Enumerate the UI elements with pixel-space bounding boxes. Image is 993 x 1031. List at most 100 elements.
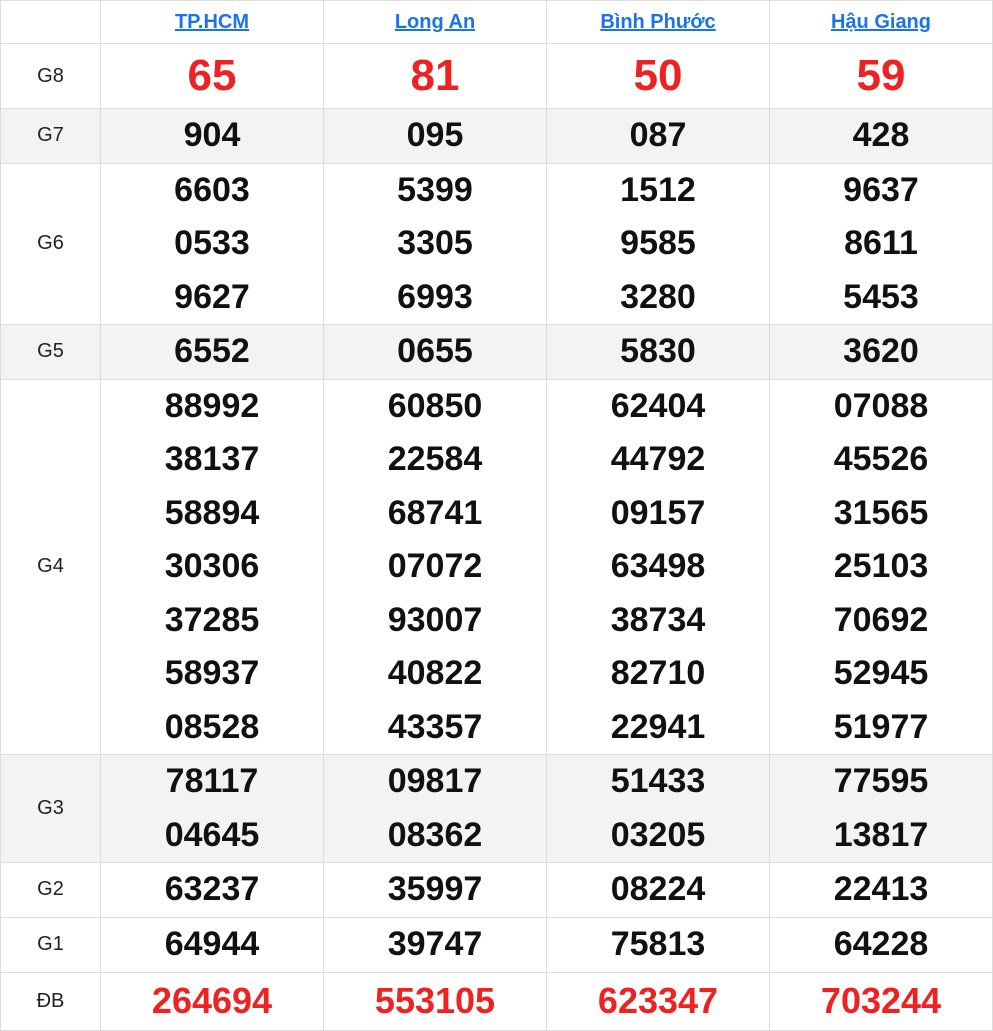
prize-cell-binh-phuoc: 1512 9585 3280 [546,162,770,325]
province-header-row: TP.HCM Long An Bình Phước Hậu Giang [0,0,993,44]
prize-number: 22584 [387,440,483,478]
prize-cell-binh-phuoc: 75813 [546,916,770,973]
prize-number: 08224 [610,870,706,908]
prize-cell-hcm: 904 [100,108,324,164]
prize-cell-long-an: 553105 [323,971,547,1031]
prize-row: ĐB 264694 553105 623347 703244 [0,971,993,1031]
prize-row: G1 64944 39747 75813 64228 [0,916,993,973]
prize-number: 88992 [164,386,260,425]
province-link-hcm[interactable]: TP.HCM [175,11,249,33]
prize-number: 0655 [397,332,473,370]
province-link-long-an[interactable]: Long An [395,11,475,33]
prize-label: G1 [0,916,101,973]
prize-number: 25103 [833,547,929,585]
prize-number: 5399 [397,170,473,209]
province-header-long-an: Long An [323,0,547,44]
prize-number: 50 [633,51,683,100]
prize-cell-hau-giang: 703244 [769,971,993,1031]
province-link-binh-phuoc[interactable]: Bình Phước [600,11,715,33]
prize-cell-hau-giang: 9637 8611 5453 [769,162,993,325]
prize-cell-long-an: 095 [323,108,547,164]
prize-cell-hcm: 6552 [100,324,324,380]
prize-number: 095 [406,116,464,154]
prize-number: 64228 [833,924,929,963]
prize-number: 81 [410,51,460,100]
prize-cell-hcm: 264694 [100,971,324,1031]
prize-number: 264694 [151,980,273,1021]
prize-number: 3305 [397,224,473,262]
prize-cell-binh-phuoc: 62404 44792 09157 63498 38734 82710 22941 [546,378,770,755]
prize-number: 38137 [164,440,260,478]
prize-number: 37285 [164,600,260,639]
prize-number: 04645 [164,815,260,854]
prize-number: 51977 [833,707,929,746]
province-header-hcm: TP.HCM [100,0,324,44]
prize-number: 64944 [164,924,260,963]
prize-number: 44792 [610,440,706,478]
prize-label: G8 [0,43,101,109]
prize-cell-hau-giang: 64228 [769,916,993,973]
province-link-hau-giang[interactable]: Hậu Giang [831,11,931,33]
prize-number: 62404 [610,386,706,425]
prize-number: 58937 [164,654,260,692]
prize-number: 77595 [833,762,929,800]
prize-number: 40822 [387,654,483,692]
prize-number: 45526 [833,440,929,478]
prize-number: 38734 [610,600,706,639]
prize-number: 9627 [174,277,250,316]
prize-number: 3620 [843,332,919,370]
prize-row: G7 904 095 087 428 [0,108,993,164]
prize-cell-long-an: 5399 3305 6993 [323,162,547,325]
prize-number: 58894 [164,493,260,532]
prize-number: 13817 [833,815,929,854]
prize-number: 65 [187,51,237,100]
prize-number: 22941 [610,707,706,746]
prize-cell-hcm: 6603 0533 9627 [100,162,324,325]
prize-label: G5 [0,324,101,380]
prize-number: 68741 [387,493,483,532]
prize-cell-long-an: 60850 22584 68741 07072 93007 40822 43357 [323,378,547,755]
prize-row: G2 63237 35997 08224 22413 [0,862,993,918]
header-corner [0,0,101,44]
prize-number: 703244 [820,980,942,1021]
prize-number: 39747 [387,924,483,963]
prize-cell-hau-giang: 428 [769,108,993,164]
prize-cell-hau-giang: 07088 45526 31565 25103 70692 52945 51977 [769,378,993,755]
prize-number: 63498 [610,547,706,585]
prize-cell-binh-phuoc: 51433 03205 [546,754,770,863]
prize-label: G7 [0,108,101,164]
prize-cell-hcm: 65 [100,43,324,109]
prize-number: 07072 [387,547,483,585]
prize-number: 52945 [833,654,929,692]
prize-number: 087 [629,116,687,154]
prize-cell-binh-phuoc: 5830 [546,324,770,380]
prize-rows: G8 65 81 50 59 G7 904 095 087 428 G6 6603 0533 9627 53… [0,43,993,1031]
prize-row: G6 6603 0533 9627 5399 3305 6993 1512 9585 3280 96… [0,162,993,325]
prize-cell-long-an: 39747 [323,916,547,973]
prize-cell-binh-phuoc: 087 [546,108,770,164]
prize-label: G6 [0,162,101,325]
prize-label: ĐB [0,971,101,1031]
prize-cell-binh-phuoc: 623347 [546,971,770,1031]
prize-label: G3 [0,754,101,863]
prize-cell-long-an: 81 [323,43,547,109]
prize-number: 5830 [620,332,696,370]
lottery-results-table: TP.HCM Long An Bình Phước Hậu Giang G8 65… [0,0,993,1031]
prize-number: 3280 [620,277,696,316]
prize-number: 30306 [164,547,260,585]
prize-number: 623347 [597,980,719,1021]
prize-cell-hcm: 78117 04645 [100,754,324,863]
prize-number: 43357 [387,707,483,746]
prize-number: 553105 [374,980,496,1021]
province-header-binh-phuoc: Bình Phước [546,0,770,44]
prize-number: 6993 [397,277,473,316]
prize-number: 428 [852,116,910,154]
prize-cell-long-an: 0655 [323,324,547,380]
prize-row: G3 78117 04645 09817 08362 51433 03205 77595 138… [0,754,993,863]
prize-label: G4 [0,378,101,755]
prize-number: 35997 [387,870,483,908]
prize-number: 904 [183,116,241,154]
prize-cell-binh-phuoc: 08224 [546,862,770,918]
prize-number: 22413 [833,870,929,908]
prize-number: 93007 [387,600,483,639]
